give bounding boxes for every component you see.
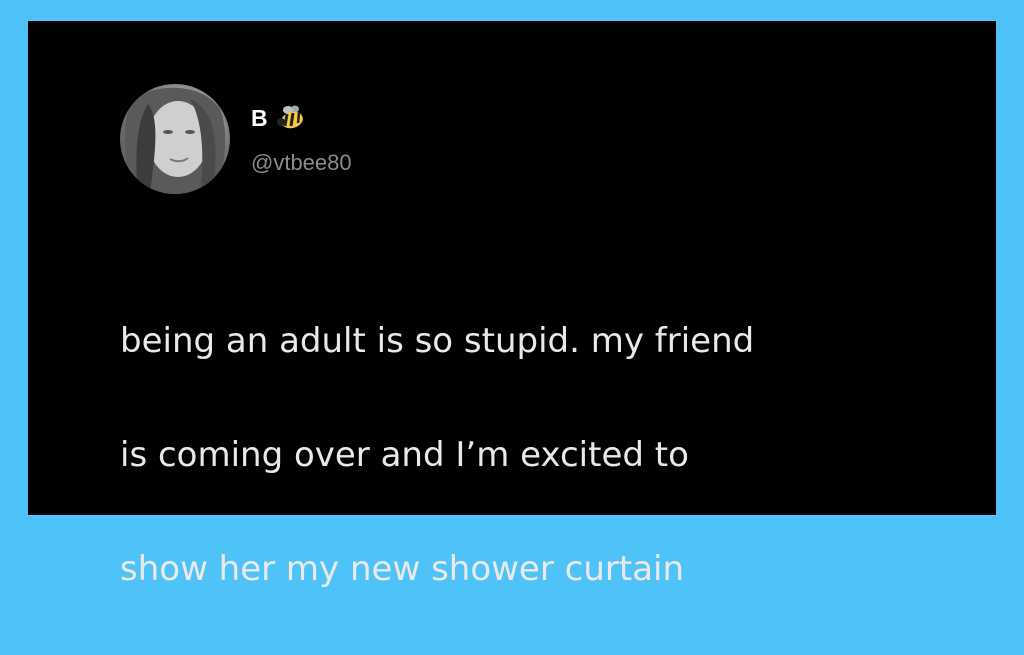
name-row: B [251,103,306,133]
tweet-text: being an adult is so stupid. my friend i… [120,256,940,655]
frame-border: B @vtbee80 being an adult is so stupid. … [0,0,1024,589]
user-handle[interactable]: @vtbee80 [251,149,352,177]
tweet-text-line: show her my new shower curtain [120,549,685,589]
display-name[interactable]: B [251,103,268,133]
tweet-text-line: being an adult is so stupid. my friend [120,321,755,361]
bee-icon [276,104,306,132]
tweet-text-line: is coming over and I’m excited to [120,435,689,475]
tweet-card: B @vtbee80 being an adult is so stupid. … [28,21,996,589]
avatar[interactable] [120,84,230,194]
avatar-photo [124,87,226,194]
